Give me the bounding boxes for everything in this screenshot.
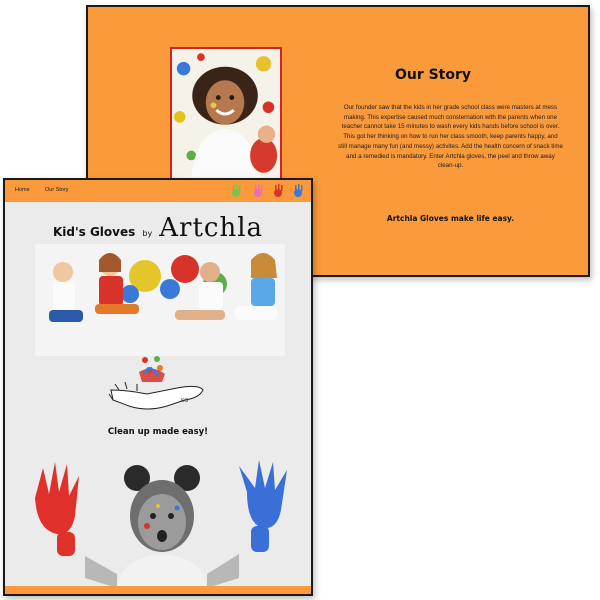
home-page-screenshot: Home Our Story Kid's Gloves by Artchla K… [3,178,313,596]
handprint-red-icon [274,184,283,197]
slogan-text: Clean up made easy! [107,427,209,437]
nav-bar: Home Our Story [5,180,311,202]
handprints-icon [232,184,303,197]
girl-painted-hands-photo [25,458,295,588]
kg-hand-logo-icon [108,356,204,410]
girl-painting-image [172,49,280,178]
handprint-pink-icon [254,184,263,197]
logo-caption: KG [181,398,189,404]
brand-prefix: Kid's Gloves [52,225,136,239]
handprint-green-icon [232,184,241,197]
story-title: Our Story [394,67,472,83]
brand-header: Kid's Gloves by Artchla [5,213,311,243]
brand-by: by [142,229,153,238]
nav-home-link[interactable]: Home [15,187,30,193]
footer-bar [5,586,311,594]
nav-our-story-link[interactable]: Our Story [45,187,69,193]
story-body-text: Our founder saw that the kids in her gra… [338,104,563,170]
brand-name: Artchla [159,213,264,243]
girl-painting-photo [170,47,282,180]
kids-painting-photo [35,244,285,356]
story-tagline: Artchla Gloves make life easy. [386,214,515,223]
handprint-blue-icon [294,184,303,197]
